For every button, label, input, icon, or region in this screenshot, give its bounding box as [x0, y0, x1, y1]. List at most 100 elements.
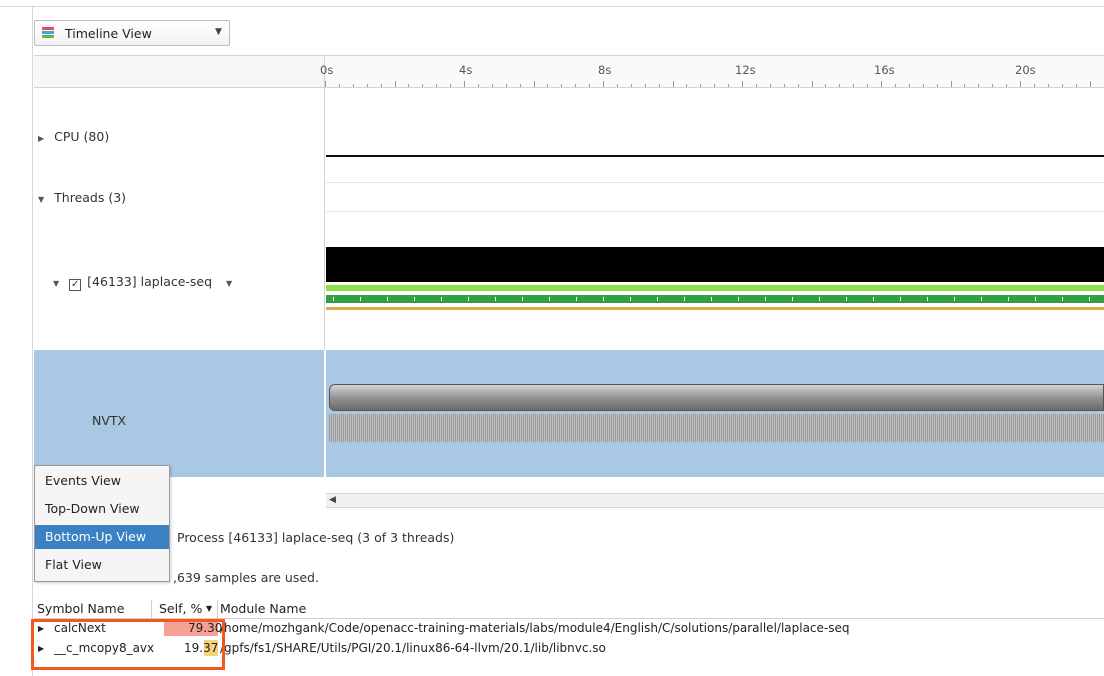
trace-mark [333, 297, 334, 301]
column-header-module[interactable]: Module Name [220, 601, 306, 616]
ruler-tick [1075, 84, 1077, 87]
time-ruler[interactable]: 0s 4s 8s 12s 16s 20s [320, 55, 1104, 88]
ruler-tick [519, 84, 521, 87]
ruler-tick [366, 84, 368, 87]
ruler-tick [325, 81, 326, 87]
ruler-tick [978, 84, 980, 87]
samples-info: ,639 samples are used. [173, 570, 319, 585]
trace-mark [927, 297, 928, 301]
ruler-tick [839, 84, 841, 87]
nvtx-row[interactable] [34, 350, 324, 477]
ruler-tick [825, 84, 827, 87]
column-divider[interactable] [217, 600, 218, 618]
thread-checkbox[interactable]: ✓ [69, 279, 82, 291]
cpu-utilization-trace [326, 155, 1104, 157]
ruler-tick [464, 81, 465, 87]
column-header-self[interactable]: Self, % [159, 601, 202, 616]
menu-item-top-down-view[interactable]: Top-Down View [35, 497, 169, 521]
trace-mark [792, 297, 793, 301]
trace-mark [1008, 297, 1009, 301]
ruler-tick [450, 84, 452, 87]
table-header: Symbol Name Self, % ▼ Module Name [34, 600, 1104, 619]
module-name: /home/mozhgank/Code/openacc-training-mat… [220, 621, 850, 635]
trace-mark [819, 297, 820, 301]
expand-triangle-icon[interactable]: ▶ [38, 134, 44, 143]
chevron-down-icon: ▼ [215, 27, 222, 37]
ruler-tick [603, 81, 604, 87]
ruler-tick [589, 84, 591, 87]
menu-item-bottom-up-view[interactable]: Bottom-Up View [35, 525, 169, 549]
trace-mark [1035, 297, 1036, 301]
collapse-triangle-icon[interactable]: ▼ [53, 279, 59, 288]
cpu-row[interactable]: ▶ CPU (80) [38, 129, 109, 144]
trace-mark [387, 297, 388, 301]
collapse-triangle-icon[interactable]: ▼ [38, 195, 44, 204]
trace-mark [1062, 297, 1063, 301]
thread-row[interactable]: ▼ ✓ [46133] laplace-seq ▼ [53, 274, 232, 291]
ruler-tick [728, 84, 730, 87]
tick-label: 12s [735, 63, 756, 77]
ruler-tick [616, 84, 618, 87]
trace-mark [684, 297, 685, 301]
trace-mark [738, 297, 739, 301]
ruler-tick [714, 84, 716, 87]
trace-mark [954, 297, 955, 301]
ruler-tick [853, 84, 855, 87]
trace-mark [657, 297, 658, 301]
trace-mark [414, 297, 415, 301]
ruler-tick [992, 84, 994, 87]
trace-mark [468, 297, 469, 301]
ruler-tick [491, 84, 493, 87]
module-name: /gpfs/fs1/SHARE/Utils/PGI/20.1/linux86-6… [220, 641, 606, 655]
ruler-tick [658, 84, 660, 87]
ruler-tick [380, 84, 382, 87]
ruler-tick [436, 84, 438, 87]
ruler-tick [394, 81, 396, 87]
ruler-tick [867, 84, 869, 87]
threads-row[interactable]: ▼ Threads (3) [38, 190, 126, 205]
trace-mark [576, 297, 577, 301]
ruler-tick [755, 84, 757, 87]
tick-label: 4s [459, 63, 473, 77]
ruler-tick [630, 84, 632, 87]
view-selector-dropdown[interactable]: Timeline View ▼ [34, 20, 230, 46]
ruler-tick [1047, 84, 1049, 87]
ruler-tick [1061, 84, 1063, 87]
column-divider[interactable] [151, 600, 152, 618]
threads-row-label: Threads (3) [54, 190, 127, 205]
nvtx-range-detail[interactable] [329, 414, 1104, 442]
ruler-tick [408, 84, 410, 87]
ruler-tick [783, 84, 785, 87]
ruler-tick [338, 84, 340, 87]
timeline-icon [42, 27, 54, 40]
ruler-tick [672, 81, 674, 87]
trace-mark [630, 297, 631, 301]
ruler-left-pane [34, 55, 324, 88]
tick-label: 16s [874, 63, 895, 77]
ruler-tick [1033, 84, 1035, 87]
tick-label: 0s [320, 63, 334, 77]
menu-item-flat-view[interactable]: Flat View [35, 553, 169, 577]
nvtx-range-bar[interactable] [329, 384, 1104, 411]
menu-item-events-view[interactable]: Events View [35, 469, 169, 493]
ruler-tick [352, 84, 354, 87]
scroll-left-icon[interactable]: ◀ [329, 495, 336, 505]
ruler-tick [1006, 84, 1008, 87]
process-info: Process [46133] laplace-seq (3 of 3 thre… [177, 530, 455, 545]
ruler-tick [908, 84, 910, 87]
sort-desc-icon: ▼ [206, 604, 213, 613]
thread-activity-bar[interactable] [326, 247, 1104, 282]
ruler-tick [422, 84, 424, 87]
timeline-scrollbar[interactable]: ◀ [326, 493, 1104, 508]
view-selector-label: Timeline View [65, 26, 152, 41]
annotation-highlight-box [31, 619, 225, 670]
ruler-tick [575, 84, 577, 87]
chevron-down-icon[interactable]: ▼ [226, 279, 232, 288]
trace-mark [522, 297, 523, 301]
trace-mark [900, 297, 901, 301]
ruler-tick [769, 84, 771, 87]
ruler-tick [547, 84, 549, 87]
trace-mark [441, 297, 442, 301]
column-header-symbol[interactable]: Symbol Name [37, 601, 124, 616]
ruler-tick [533, 81, 535, 87]
